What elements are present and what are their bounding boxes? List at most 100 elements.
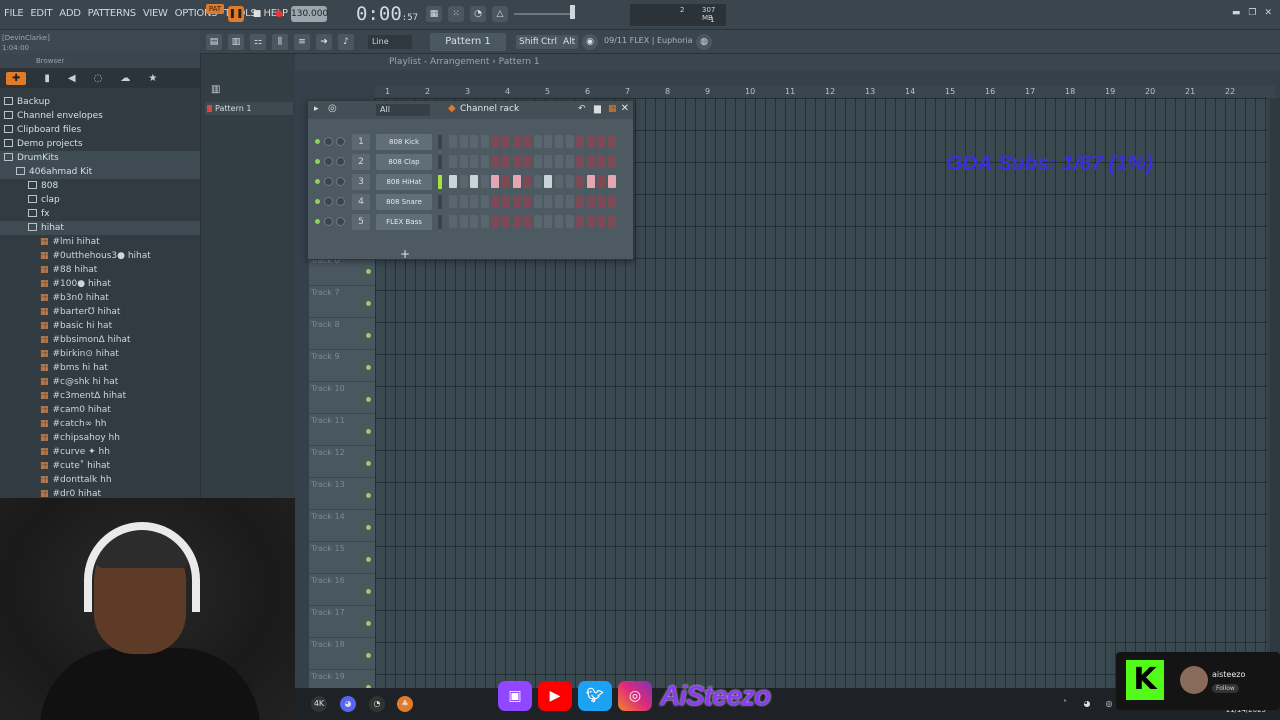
step-button[interactable]: [449, 215, 457, 228]
browser-file[interactable]: ▦ #chipsahoy hh: [0, 431, 200, 445]
piano-roll-icon[interactable]: ▥: [228, 34, 244, 50]
browser-file[interactable]: ▦ #catch∞ hh: [0, 417, 200, 431]
channel-name-button[interactable]: 808 Clap: [376, 154, 432, 170]
step-view-icon[interactable]: ▦: [608, 104, 617, 114]
step-button[interactable]: [597, 215, 606, 228]
step-button[interactable]: [607, 215, 616, 228]
step-button[interactable]: [449, 155, 457, 168]
kick-follow-button[interactable]: Follow: [1212, 684, 1239, 693]
track-header[interactable]: Track 16: [309, 574, 375, 606]
channel-select-indicator[interactable]: [438, 155, 442, 169]
step-button[interactable]: [576, 155, 585, 168]
step-button[interactable]: [459, 215, 468, 228]
track-mute-led[interactable]: [366, 557, 371, 562]
menu-add[interactable]: ADD: [59, 8, 81, 19]
browser-file[interactable]: ▦ #c@shk hi hat: [0, 375, 200, 389]
step-button[interactable]: [470, 155, 479, 168]
track-header[interactable]: Track 14: [309, 510, 375, 542]
step-button[interactable]: [523, 215, 532, 228]
add-channel-button[interactable]: +: [400, 247, 410, 261]
rack-close-icon[interactable]: ✕: [621, 103, 629, 114]
browser-folder[interactable]: 406ahmad Kit: [0, 165, 200, 179]
pattern-select[interactable]: Pattern 1: [430, 33, 506, 51]
track-mute-led[interactable]: [366, 365, 371, 370]
step-button[interactable]: [491, 175, 500, 188]
browser-folder[interactable]: fx: [0, 207, 200, 221]
track-mute-led[interactable]: [366, 589, 371, 594]
step-button[interactable]: [586, 155, 595, 168]
step-button[interactable]: [449, 195, 457, 208]
snap-select[interactable]: Line: [368, 35, 412, 49]
browser-folder[interactable]: hihat: [0, 221, 200, 235]
rack-arrow-icon[interactable]: ▸: [314, 104, 319, 114]
step-button[interactable]: [554, 215, 563, 228]
pan-knob[interactable]: [324, 137, 333, 146]
step-button[interactable]: [533, 195, 542, 208]
track-header[interactable]: Track 10: [309, 382, 375, 414]
pattern-list-icon[interactable]: ▥: [211, 84, 225, 95]
channel-name-button[interactable]: 808 Snare: [376, 194, 432, 210]
channel-mute-led[interactable]: [315, 139, 320, 144]
track-mute-led[interactable]: [366, 461, 371, 466]
master-volume-handle[interactable]: [570, 5, 575, 19]
track-mute-led[interactable]: [366, 269, 371, 274]
step-button[interactable]: [554, 135, 563, 148]
step-button[interactable]: [523, 175, 532, 188]
restore-icon[interactable]: ❐: [1248, 8, 1256, 18]
step-button[interactable]: [470, 135, 479, 148]
graph-icon[interactable]: ▆: [594, 104, 601, 114]
channel-number[interactable]: 2: [352, 154, 370, 170]
channel-mute-led[interactable]: [315, 179, 320, 184]
browser-file[interactable]: ▦ #curve ✦ hh: [0, 445, 200, 459]
browser-icon[interactable]: ≡: [294, 34, 310, 50]
pause-button[interactable]: ❚❚: [228, 6, 244, 22]
wait-icon[interactable]: ◔: [470, 6, 486, 22]
channel-mute-led[interactable]: [315, 219, 320, 224]
channel-filter-select[interactable]: All: [376, 104, 430, 116]
alt-button[interactable]: Alt: [560, 35, 579, 49]
piano-icon[interactable]: ▦: [426, 6, 442, 22]
speaker-tab-icon[interactable]: ◀: [68, 73, 76, 84]
master-volume-slider[interactable]: [514, 13, 574, 15]
fl-studio-icon[interactable]: ♣: [397, 696, 413, 712]
step-button[interactable]: [544, 135, 553, 148]
playlist-scrollbar[interactable]: [1270, 98, 1280, 720]
mixer-icon[interactable]: ⫼: [272, 34, 288, 50]
step-button[interactable]: [597, 155, 606, 168]
step-button[interactable]: [586, 135, 595, 148]
step-button[interactable]: [449, 135, 457, 148]
track-mute-led[interactable]: [366, 653, 371, 658]
step-button[interactable]: [597, 195, 606, 208]
step-button[interactable]: [607, 155, 616, 168]
tray-chevron-icon[interactable]: ˄: [1057, 696, 1073, 712]
browser-folder[interactable]: Channel envelopes: [0, 109, 200, 123]
pat-song-toggle[interactable]: PAT: [206, 4, 224, 14]
step-button[interactable]: [607, 175, 616, 188]
timeline-ruler[interactable]: 1 2 3 4 5 6 7 8 9 10 11 12 13 14 15 16 17 18 19 20 21 22: [375, 86, 1275, 98]
menu-file[interactable]: FILE: [4, 8, 24, 19]
record-button[interactable]: ●: [271, 6, 287, 22]
close-icon[interactable]: ✕: [1264, 8, 1272, 18]
step-button[interactable]: [501, 135, 510, 148]
volume-knob[interactable]: [336, 197, 345, 206]
step-button[interactable]: [576, 175, 585, 188]
menu-patterns[interactable]: PATTERNS: [88, 8, 137, 19]
pan-knob[interactable]: [324, 217, 333, 226]
step-button[interactable]: [565, 215, 574, 228]
channel-name-button[interactable]: 808 HiHat: [376, 174, 432, 190]
channel-number[interactable]: 5: [352, 214, 370, 230]
discord-icon[interactable]: ◕: [340, 696, 356, 712]
playlist-icon[interactable]: ▤: [206, 34, 222, 50]
step-button[interactable]: [512, 135, 521, 148]
star-tab-icon[interactable]: ★: [148, 73, 157, 84]
stop-button[interactable]: ■: [249, 6, 265, 22]
step-button[interactable]: [586, 175, 595, 188]
track-mute-led[interactable]: [366, 333, 371, 338]
browser-file[interactable]: ▦ #lmi hihat: [0, 235, 200, 249]
all-tab-icon[interactable]: ✚: [6, 71, 27, 85]
track-mute-led[interactable]: [366, 621, 371, 626]
step-button[interactable]: [512, 155, 521, 168]
app-4k-icon[interactable]: 4K: [311, 696, 327, 712]
step-button[interactable]: [501, 215, 510, 228]
menu-edit[interactable]: EDIT: [30, 8, 52, 19]
